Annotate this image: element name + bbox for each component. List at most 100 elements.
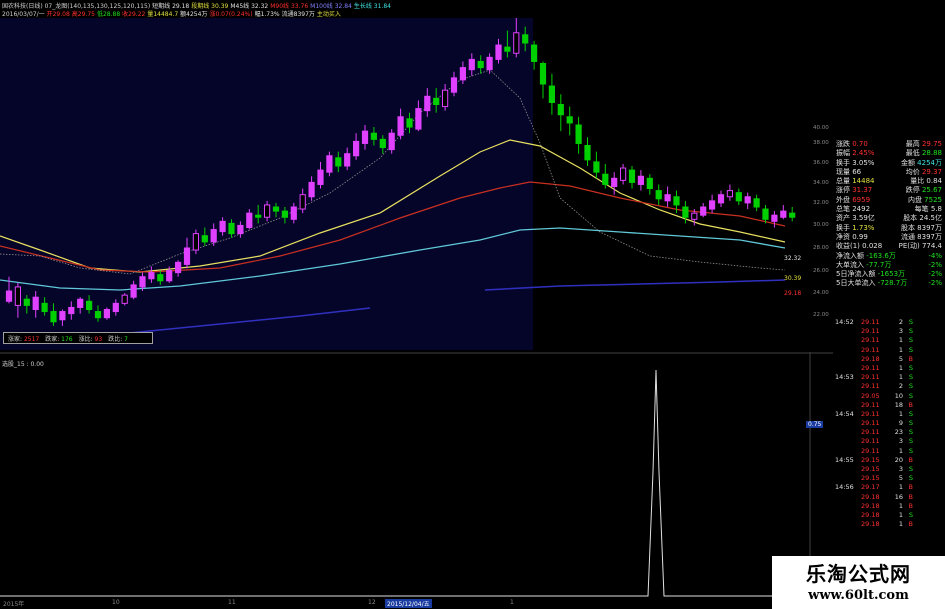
tick-row[interactable]: 14:53 29.11 1 S <box>833 373 945 382</box>
candle <box>201 235 208 243</box>
tick-row[interactable]: 29.11 1 S <box>833 336 945 345</box>
quote-row: 资产 3.59亿 股本 24.5亿 <box>836 214 942 223</box>
candle <box>531 44 538 62</box>
candle <box>264 204 271 218</box>
tick-row[interactable]: 29.15 3 S <box>833 465 945 474</box>
tick-row[interactable]: 29.11 1 S <box>833 346 945 355</box>
candle <box>77 298 84 308</box>
date-axis: 2015年 10 11 12 1 2015/12/04/五 <box>0 597 810 609</box>
candle <box>682 206 689 218</box>
candle <box>700 206 707 216</box>
tick-row[interactable]: 29.05 10 S <box>833 392 945 401</box>
quote-row: 振幅 2.45% 最低 28.88 <box>836 149 942 158</box>
breadth-item: 涨比: 93 <box>78 335 103 343</box>
tick-row[interactable]: 29.11 1 S <box>833 364 945 373</box>
tick-row[interactable]: 29.11 3 S <box>833 327 945 336</box>
candle <box>272 206 280 212</box>
candle <box>361 130 369 144</box>
candle <box>379 138 386 149</box>
line2-8: 幅1.73% <box>254 11 280 18</box>
candle <box>602 173 609 185</box>
indicator-chart[interactable] <box>0 352 833 597</box>
candle <box>335 157 342 167</box>
candle <box>735 192 742 202</box>
candlestick-chart[interactable]: 32.32 30.39 29.18 <box>0 18 833 350</box>
quote-row: 换手 3.05% 金额 4254万 <box>836 158 942 167</box>
tick-row[interactable]: 29.11 3 S <box>833 437 945 446</box>
info-line-ohlc: 2016/03/07/一 开29.08 高29.75 低28.88 收29.22 量144… <box>2 9 343 18</box>
tick-row[interactable]: 29.18 1 B <box>833 502 945 511</box>
tick-row[interactable]: 29.18 1 S <box>833 511 945 520</box>
candle <box>353 140 360 157</box>
candle <box>130 284 137 298</box>
level-tag: 32.32 <box>784 255 801 262</box>
candle <box>459 67 466 81</box>
candle <box>442 89 449 108</box>
line2-3: 低28.88 <box>96 11 121 18</box>
cursor-value-tag: 0.75 <box>806 421 824 428</box>
price-tick: 28.00 <box>813 245 829 251</box>
candle <box>228 222 235 235</box>
candle <box>504 46 511 52</box>
level-tag: 29.18 <box>784 290 801 297</box>
price-tick: 24.00 <box>813 290 829 296</box>
candle <box>121 294 128 304</box>
date-tick: 11 <box>228 599 236 606</box>
level-tag: 30.39 <box>784 275 801 282</box>
candle <box>646 177 653 190</box>
candle <box>522 34 529 44</box>
candle <box>406 118 413 128</box>
candle <box>166 270 173 282</box>
tick-row[interactable]: 29.15 5 S <box>833 474 945 483</box>
candle <box>717 194 725 204</box>
candle <box>726 190 733 198</box>
tick-row[interactable]: 14:54 29.11 1 S <box>833 410 945 419</box>
tick-row[interactable]: 29.11 9 S <box>833 419 945 428</box>
price-tick: 22.00 <box>813 312 829 318</box>
candle <box>477 60 484 69</box>
tick-list[interactable]: 14:52 29.11 2 S 29.11 3 S 29.11 1 S 29.11 1 S 29.18 5 B… <box>833 318 945 529</box>
breadth-item: 涨家: 2517 <box>8 335 40 343</box>
watermark-url: www.60lt.com <box>808 588 909 603</box>
candle <box>397 116 404 136</box>
candle <box>139 276 146 288</box>
date-tick: 12 <box>368 599 376 606</box>
quote-row: 换手 1.73% 股本 8397万 <box>836 223 942 232</box>
tick-row[interactable]: 29.11 23 S <box>833 428 945 437</box>
tick-row[interactable]: 29.11 1 S <box>833 447 945 456</box>
candle <box>326 155 333 173</box>
tick-row[interactable]: 14:52 29.11 2 S <box>833 318 945 327</box>
price-tick: 30.00 <box>813 222 829 228</box>
candle <box>753 198 760 208</box>
line2-5: 量14484.7 <box>147 11 179 18</box>
line2-0: 2016/03/07/一 <box>2 11 45 18</box>
candle <box>86 300 93 310</box>
candle <box>388 132 395 151</box>
candle <box>415 108 422 130</box>
tick-row[interactable]: 14:55 29.15 20 B <box>833 456 945 465</box>
quote-row: 大单流入 -77.7万 -2% <box>836 260 942 269</box>
candle <box>789 212 796 218</box>
candle <box>655 190 662 200</box>
quote-row: 涨跌 0.70 最高 29.75 <box>836 140 942 148</box>
market-breadth-box: 涨家: 2517 跌家: 176 涨比: 93 跌比: 7 <box>3 332 153 344</box>
candle <box>68 306 75 315</box>
candle <box>548 85 555 103</box>
tick-row[interactable]: 29.18 5 B <box>833 355 945 364</box>
candle <box>673 196 680 206</box>
candle <box>157 274 164 282</box>
candle <box>281 210 288 218</box>
candle <box>255 214 262 218</box>
tick-row[interactable]: 14:56 29.17 1 B <box>833 483 945 492</box>
line2-7: 涨0.07(0.24%) <box>209 11 253 18</box>
tick-row[interactable]: 29.18 1 B <box>833 520 945 529</box>
candle <box>94 311 102 319</box>
tick-row[interactable]: 29.18 16 B <box>833 493 945 502</box>
tick-row[interactable]: 29.11 18 B <box>833 401 945 410</box>
tick-row[interactable]: 29.11 2 S <box>833 382 945 391</box>
quote-row: 5日大单流入 -728.7万 -2% <box>836 279 942 288</box>
date-cursor: 2015/12/04/五 <box>385 599 432 608</box>
price-tick: 32.00 <box>813 200 829 206</box>
candle <box>584 145 591 161</box>
candle <box>539 63 547 85</box>
